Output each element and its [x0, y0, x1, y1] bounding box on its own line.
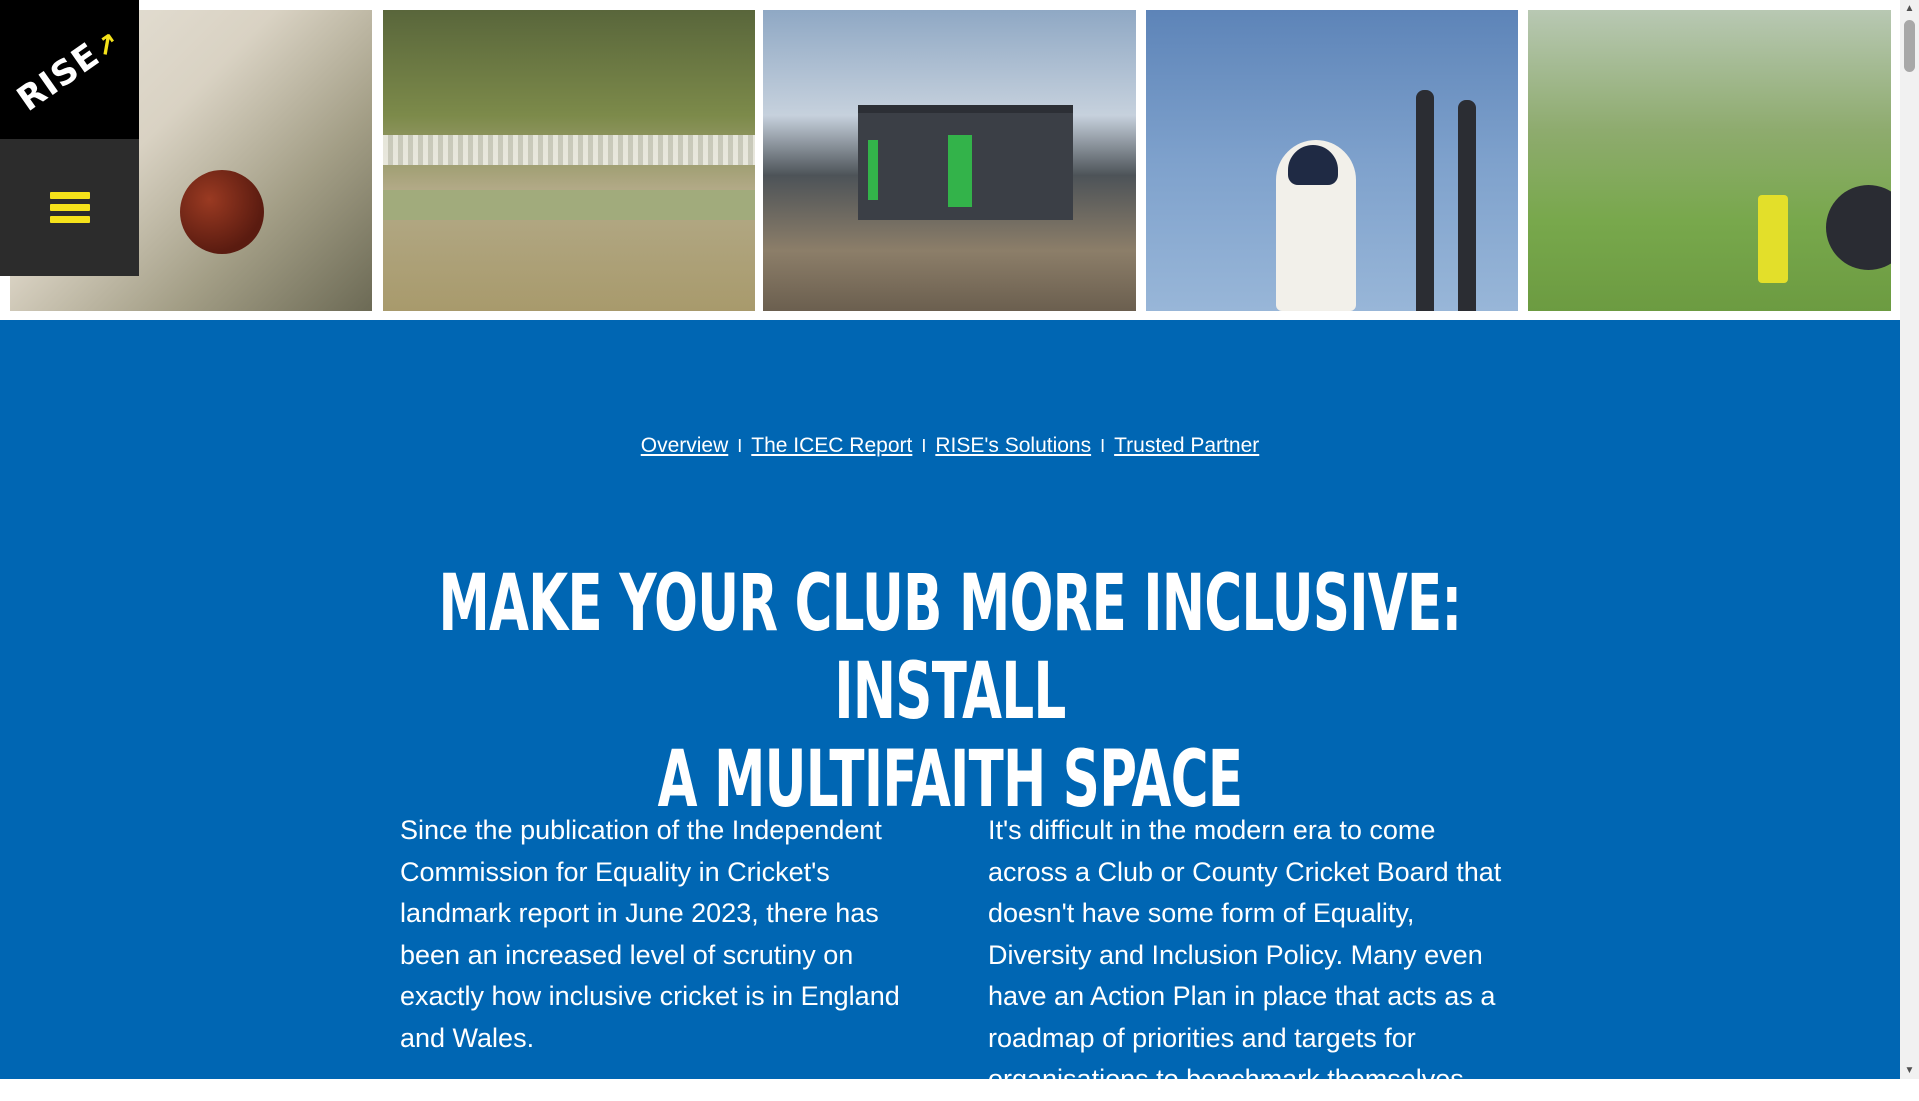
hero-photo-batsman-celebrating: [1146, 10, 1518, 311]
picket-fence-graphic: [383, 135, 755, 165]
hero-photo-player-resting: [1528, 10, 1891, 311]
scrollbar-thumb[interactable]: [1904, 20, 1915, 72]
subnav-link-overview[interactable]: Overview: [641, 434, 729, 457]
intro-paragraph-right: It's difficult in the modern era to come…: [988, 815, 1502, 1094]
intro-paragraph-left: Since the publication of the Independent…: [400, 815, 900, 1053]
subnav-link-rise-solutions[interactable]: RISE's Solutions: [935, 434, 1091, 457]
rise-logo[interactable]: RISE↗: [0, 0, 139, 139]
subnav-link-trusted-partner[interactable]: Trusted Partner: [1114, 434, 1259, 457]
subnav-separator: I: [1100, 436, 1106, 456]
stump-graphic: [1458, 100, 1476, 311]
helmet-graphic: [1826, 185, 1891, 270]
scroll-up-arrow-icon[interactable]: ▲: [1900, 0, 1919, 17]
pitch-graphic: [383, 190, 755, 220]
hamburger-menu-icon: [49, 187, 90, 228]
logo-wordmark: RISE↗: [11, 20, 129, 119]
logo-text: RISE: [10, 34, 108, 120]
scroll-down-arrow-icon[interactable]: ▼: [1900, 1062, 1919, 1079]
water-bottle-graphic: [1758, 195, 1788, 283]
green-door-graphic: [948, 135, 972, 207]
subnav-link-icec-report[interactable]: The ICEC Report: [751, 434, 912, 457]
subnav-separator: I: [737, 436, 743, 456]
page-title-line-1: Make your club more inclusive: Install: [438, 559, 1463, 737]
page-scrollbar[interactable]: ▲ ▼: [1900, 0, 1919, 1079]
hero-photo-multifaith-building: [763, 10, 1136, 311]
hero-photo-match-play: [383, 10, 755, 311]
menu-button[interactable]: [0, 139, 139, 276]
main-content: Overview I The ICEC Report I RISE's Solution…: [0, 320, 1900, 1094]
page-title: Make your club more inclusive: Install a…: [323, 560, 1577, 824]
cricket-ball-graphic: [180, 170, 264, 254]
section-subnav: Overview I The ICEC Report I RISE's Solution…: [0, 434, 1900, 458]
subnav-separator: I: [921, 436, 927, 456]
hero-image-strip: [0, 0, 1900, 320]
green-door-small-graphic: [868, 140, 878, 200]
stump-graphic: [1416, 90, 1434, 311]
